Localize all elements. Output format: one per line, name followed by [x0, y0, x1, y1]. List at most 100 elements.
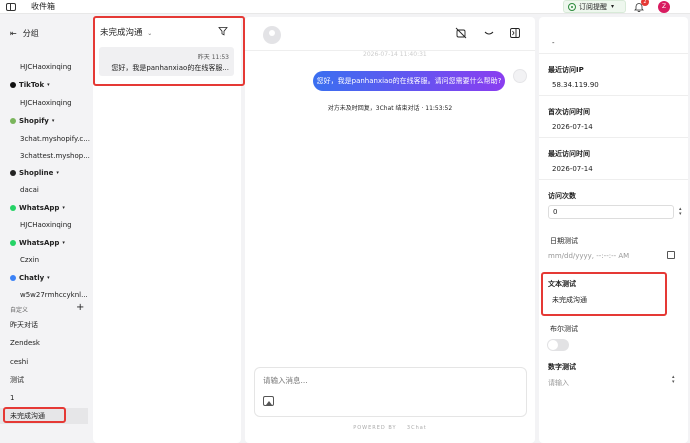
custom-view-label: Zendesk: [10, 339, 40, 347]
agent-avatar: [513, 69, 527, 83]
custom-view-item[interactable]: ceshi: [0, 354, 88, 370]
custom-view-label: 1: [10, 394, 15, 402]
caret-down-icon: ▾: [47, 82, 50, 88]
sidebar: ⇤ 分组 HJCHaoxinqing TikTok ▾ HJCHaoxinqing Sh…: [0, 14, 90, 443]
sidebar-item[interactable]: w5w27rmhccyknl...: [0, 287, 88, 303]
sidebar-item-label: WhatsApp: [19, 204, 60, 212]
number-test-input[interactable]: 请输入: [548, 378, 569, 388]
custom-view-item[interactable]: 1: [0, 390, 88, 406]
shopline-icon: [10, 170, 16, 176]
details-panel: - 最近访问IP 58.34.119.90 首次访问时间 2026-07-14 …: [539, 17, 688, 443]
sidebar-channel[interactable]: Shopify ▾: [0, 113, 88, 129]
group-title: 分组: [22, 29, 39, 38]
sidebar-item[interactable]: dacai: [0, 182, 88, 198]
calendar-icon[interactable]: [667, 251, 675, 259]
sidebar-item-label: Chatly: [19, 274, 45, 282]
bool-test-toggle[interactable]: [547, 339, 569, 351]
highlight-box: [3, 407, 66, 423]
powered-by-label: POWERED BY: [353, 425, 397, 431]
chat-panel: 2026-07-14 11:40:31 您好，我是panhanxiao的在线客服…: [245, 17, 535, 443]
last-visit-value: 2026-07-14: [552, 165, 593, 173]
visit-count-input[interactable]: 0 ▴ ▾: [548, 205, 682, 219]
sidebar-channel[interactable]: Chatly ▾: [0, 270, 88, 286]
date-test-label: 日期测试: [550, 237, 578, 245]
last-ip-label: 最近访问IP: [548, 66, 584, 74]
sidebar-channel[interactable]: TikTok ▾: [0, 77, 88, 93]
caret-down-icon: ▾: [56, 170, 59, 176]
sidebar-item[interactable]: Czxin: [0, 252, 88, 268]
sidebar-item[interactable]: HJCHaoxinqing: [0, 59, 88, 75]
first-visit-label: 首次访问时间: [548, 108, 590, 116]
visit-count-label: 访问次数: [548, 192, 576, 200]
sidebar-item[interactable]: HJCHaoxinqing: [0, 95, 88, 111]
add-view-icon[interactable]: +: [76, 302, 84, 313]
caret-down-icon: ▾: [62, 205, 65, 211]
custom-view-label: 测试: [10, 376, 24, 384]
sidebar-channel[interactable]: Shopline ▾: [0, 165, 88, 181]
collapse-icon[interactable]: [483, 27, 495, 39]
subscribe-label: 订阅提醒: [579, 2, 607, 11]
status-icon: [568, 2, 576, 11]
last-ip-value: 58.34.119.90: [552, 81, 599, 89]
tiktok-icon: [10, 82, 16, 88]
custom-view-item[interactable]: 测试: [0, 372, 88, 388]
sidebar-item-label: w5w27rmhccyknl...: [20, 291, 88, 299]
message-composer[interactable]: 请输入消息...: [254, 367, 527, 417]
details-top-value: -: [552, 39, 555, 47]
sidebar-item-label: WhatsApp: [19, 239, 60, 247]
avatar[interactable]: Z: [658, 1, 670, 13]
sidebar-item-label: 3chat.myshopify.c...: [20, 135, 90, 143]
message-timestamp: 2026-07-14 11:40:31: [363, 51, 427, 58]
toggle-details-icon[interactable]: [509, 27, 521, 39]
system-note: 对方未及时回复，3Chat 结束对话 · 11:53:52: [327, 105, 453, 112]
subscribe-reminder-button[interactable]: 订阅提醒 ▾: [563, 0, 626, 13]
sidebar-item-label: Shopline: [19, 169, 54, 177]
sidebar-item[interactable]: 3chattest.myshop...: [0, 148, 90, 164]
sidebar-item-label: dacai: [20, 186, 39, 194]
visitor-avatar: [263, 26, 281, 44]
sidebar-channel[interactable]: WhatsApp ▾: [0, 200, 88, 216]
whatsapp-icon: [10, 240, 16, 246]
stepper-icon[interactable]: ▴ ▾: [672, 375, 675, 385]
custom-views-label: 自定义: [10, 307, 29, 314]
whatsapp-icon: [10, 205, 16, 211]
sidebar-item-label: HJCHaoxinqing: [20, 221, 72, 229]
divider: [539, 53, 688, 54]
no-video-icon[interactable]: [455, 27, 467, 39]
shopify-icon: [10, 118, 16, 124]
caret-down-icon: ▾: [47, 275, 50, 281]
divider: [539, 179, 688, 180]
caret-down-icon: ▾: [62, 240, 65, 246]
sidebar-item[interactable]: 3chat.myshopify.c...: [0, 131, 90, 147]
sidebar-item[interactable]: HJCHaoxinqing: [0, 217, 88, 233]
custom-view-label: 昨天对话: [10, 321, 38, 329]
custom-view-label: ceshi: [10, 358, 29, 366]
sidebar-item-label: TikTok: [19, 81, 45, 89]
back-arrow-icon[interactable]: ⇤: [10, 29, 17, 38]
chatly-icon: [10, 275, 16, 281]
first-visit-value: 2026-07-14: [552, 123, 593, 131]
group-header[interactable]: ⇤ 分组: [10, 28, 39, 39]
visit-count-value: 0: [553, 208, 558, 216]
number-test-label: 数字测试: [548, 363, 576, 371]
page-title: 收件箱: [31, 2, 55, 11]
divider: [539, 95, 688, 96]
custom-view-item[interactable]: Zendesk: [0, 335, 88, 351]
stepper-icon[interactable]: ▴ ▾: [679, 207, 687, 217]
agent-message-bubble: 您好，我是panhanxiao的在线客服。请问您需要什么帮助?: [313, 71, 505, 91]
sidebar-toggle-icon[interactable]: [6, 2, 16, 11]
last-visit-label: 最近访问时间: [548, 150, 590, 158]
highlight-box: [541, 272, 667, 316]
custom-view-item[interactable]: 昨天对话: [0, 317, 88, 333]
image-upload-icon[interactable]: [263, 396, 274, 406]
sidebar-item-label: 3chattest.myshop...: [20, 152, 90, 160]
divider: [539, 137, 688, 138]
chevron-down-icon: ▾: [611, 3, 615, 10]
brand-name: 3Chat: [406, 425, 427, 431]
sidebar-item-label: Czxin: [20, 256, 40, 264]
message-input[interactable]: 请输入消息...: [263, 375, 308, 386]
highlight-box: [93, 16, 245, 86]
date-test-input[interactable]: mm/dd/yyyy, --:--:-- AM: [548, 252, 629, 260]
bool-test-label: 布尔测试: [550, 325, 578, 333]
sidebar-channel[interactable]: WhatsApp ▾: [0, 235, 88, 251]
